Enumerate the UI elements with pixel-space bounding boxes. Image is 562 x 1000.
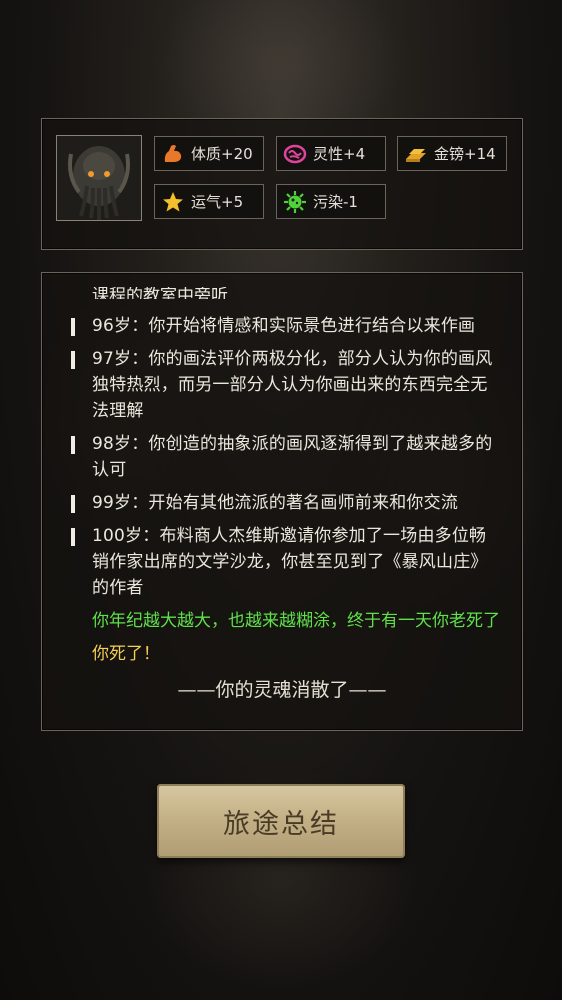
stat-label: 灵性+4: [313, 145, 366, 163]
log-entry: 99岁：开始有其他流派的著名画师前来和你交流: [70, 490, 502, 516]
death-message: 你死了！: [92, 644, 160, 664]
character-portrait: [56, 135, 142, 221]
stat-label: 运气+5: [191, 193, 244, 211]
stat-constitution: 体质+20: [154, 136, 264, 171]
virus-icon: [283, 190, 307, 214]
log-partial-line: 课程的教室中旁听: [92, 287, 228, 299]
stat-gold: 金镑+14: [397, 136, 507, 171]
soul-dissipated-message: ——你的灵魂消散了——: [177, 679, 387, 701]
log-entry: 98岁：你创造的抽象派的画风逐渐得到了越来越多的认可: [70, 431, 502, 483]
stat-luck: 运气+5: [154, 184, 264, 219]
log-entry: 96岁：你开始将情感和实际景色进行结合以来作画: [70, 313, 502, 339]
brain-icon: [283, 142, 307, 166]
journey-summary-button[interactable]: 旅途总结: [157, 784, 405, 858]
muscle-arm-icon: [161, 142, 185, 166]
life-log-list: 课程的教室中旁听 96岁：你开始将情感和实际景色进行结合以来作画 97岁：你的画…: [70, 287, 502, 702]
stats-panel: 体质+20 灵性+4 金镑+14 运气+5 污染-1: [41, 118, 523, 250]
gold-bars-icon: [404, 142, 428, 166]
star-icon: [161, 190, 185, 214]
stat-pollution: 污染-1: [276, 184, 386, 219]
log-entry: 97岁：你的画法评价两极分化，部分人认为你的画风独特热烈，而另一部分人认为你画出…: [70, 346, 502, 424]
log-entry: 100岁：布料商人杰维斯邀请你参加了一场由多位畅销作家出席的文学沙龙，你甚至见到…: [70, 523, 502, 601]
life-log-panel[interactable]: 课程的教室中旁听 96岁：你开始将情感和实际景色进行结合以来作画 97岁：你的画…: [41, 272, 523, 731]
stat-label: 金镑+14: [434, 145, 496, 163]
stat-spirituality: 灵性+4: [276, 136, 386, 171]
stat-label: 体质+20: [191, 145, 253, 163]
stat-label: 污染-1: [313, 193, 358, 211]
old-age-message: 你年纪越大越大，也越来越糊涂，终于有一天你老死了: [92, 611, 500, 631]
